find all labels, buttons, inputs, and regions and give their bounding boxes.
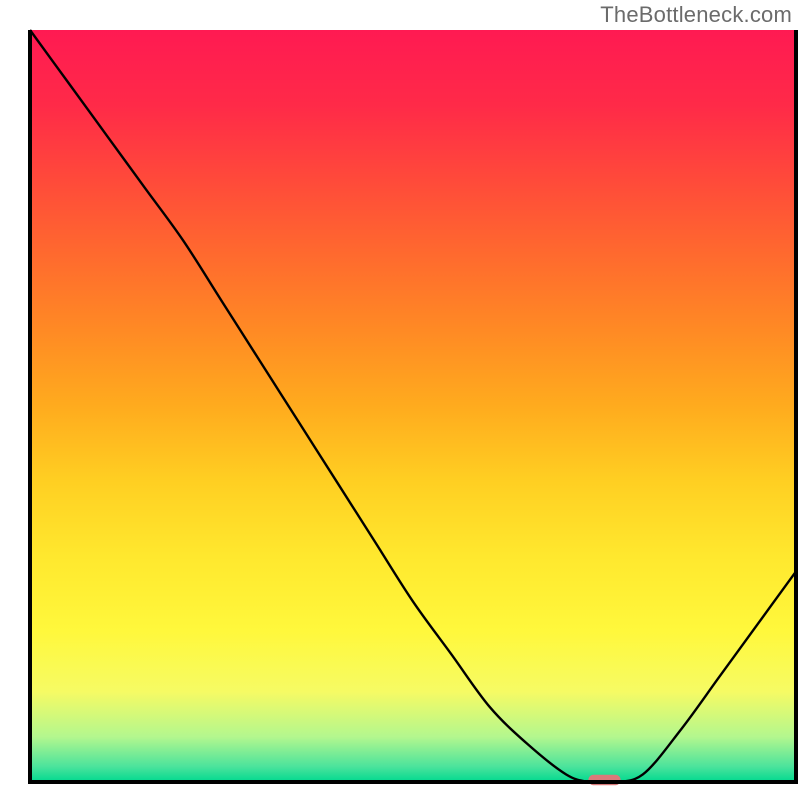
chart-container: TheBottleneck.com — [0, 0, 800, 800]
plot-background — [30, 30, 796, 782]
chart-svg — [0, 0, 800, 800]
